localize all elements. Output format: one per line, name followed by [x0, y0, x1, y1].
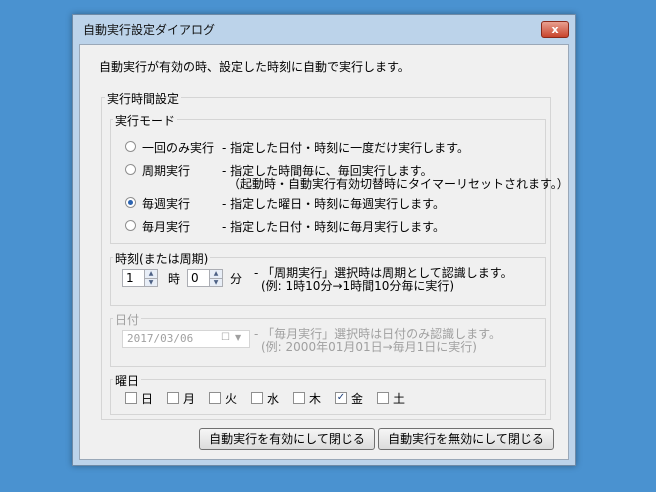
mode-group-title: 実行モード	[113, 112, 178, 129]
minute-spin-arrows[interactable]: ▲ ▼	[209, 270, 222, 286]
description-text: 自動実行が有効の時、設定した時刻に自動で実行します。	[99, 60, 410, 74]
radio-weekly[interactable]	[125, 197, 136, 208]
checkbox-sat-label[interactable]: 土	[393, 390, 405, 407]
radio-once-label[interactable]: 一回のみ実行	[142, 139, 214, 156]
hour-spin-arrows[interactable]: ▲ ▼	[144, 270, 157, 286]
checkbox-mon[interactable]	[167, 392, 179, 404]
radio-periodic[interactable]	[125, 164, 136, 175]
checkbox-sat[interactable]	[377, 392, 389, 404]
date-picker[interactable]: 2017/03/06 ☐ ▼	[122, 330, 250, 348]
checkbox-fri-label[interactable]: 金	[351, 390, 363, 407]
radio-periodic-desc2: （起動時・自動実行有効切替時にタイマーリセットされます。）	[228, 177, 569, 191]
minute-unit: 分	[230, 272, 243, 286]
date-group-title: 日付	[113, 311, 142, 328]
checkbox-fri[interactable]: ✓	[335, 392, 347, 404]
date-note-2: (例: 2000年01月01日→毎月1日に実行)	[261, 340, 477, 354]
dropdown-arrow-icon[interactable]: ▼	[235, 333, 241, 342]
hour-unit: 時	[168, 272, 181, 286]
time-group-title: 時刻(または周期)	[113, 250, 211, 267]
exec-time-group-title: 実行時間設定	[105, 90, 182, 107]
radio-periodic-label[interactable]: 周期実行	[142, 162, 190, 179]
calendar-checkbox-icon[interactable]: ☐	[221, 332, 230, 343]
window-title: 自動実行設定ダイアログ	[83, 23, 216, 37]
hour-spinner[interactable]: 1 ▲ ▼	[122, 269, 158, 287]
checkbox-sun-label[interactable]: 日	[141, 390, 153, 407]
hour-up-arrow-icon[interactable]: ▲	[144, 270, 157, 278]
hour-down-arrow-icon[interactable]: ▼	[144, 278, 157, 286]
checkbox-tue-label[interactable]: 火	[225, 390, 237, 407]
radio-monthly[interactable]	[125, 220, 136, 231]
radio-weekly-desc: - 指定した曜日・時刻に毎週実行します。	[222, 197, 445, 211]
radio-monthly-desc: - 指定した日付・時刻に毎月実行します。	[222, 220, 445, 234]
checkbox-wed-label[interactable]: 水	[267, 390, 279, 407]
radio-once-desc: - 指定した日付・時刻に一度だけ実行します。	[222, 141, 469, 155]
weekday-group-title: 曜日	[113, 372, 142, 389]
checkbox-thu-label[interactable]: 木	[309, 390, 321, 407]
check-mark-icon: ✓	[336, 392, 346, 403]
radio-monthly-label[interactable]: 毎月実行	[142, 218, 190, 235]
minute-up-arrow-icon[interactable]: ▲	[209, 270, 222, 278]
radio-weekly-label[interactable]: 毎週実行	[142, 195, 190, 212]
checkbox-sun[interactable]	[125, 392, 137, 404]
minute-spinner[interactable]: 0 ▲ ▼	[187, 269, 223, 287]
minute-down-arrow-icon[interactable]: ▼	[209, 278, 222, 286]
checkbox-wed[interactable]	[251, 392, 263, 404]
enable-and-close-button[interactable]: 自動実行を有効にして閉じる	[199, 428, 375, 450]
date-value[interactable]: 2017/03/06	[127, 332, 193, 345]
hour-value[interactable]: 1	[126, 271, 134, 285]
radio-once[interactable]	[125, 141, 136, 152]
checkbox-mon-label[interactable]: 月	[183, 390, 195, 407]
dialog-client: 自動実行が有効の時、設定した時刻に自動で実行します。 実行時間設定 実行モード …	[79, 44, 569, 460]
checkbox-tue[interactable]	[209, 392, 221, 404]
close-button[interactable]: x	[541, 21, 569, 38]
checkbox-thu[interactable]	[293, 392, 305, 404]
disable-and-close-button[interactable]: 自動実行を無効にして閉じる	[378, 428, 554, 450]
time-note-2: (例: 1時10分→1時間10分毎に実行)	[261, 279, 455, 293]
title-bar[interactable]: 自動実行設定ダイアログ x	[73, 15, 575, 43]
minute-value[interactable]: 0	[191, 271, 199, 285]
dialog-window: 自動実行設定ダイアログ x 自動実行が有効の時、設定した時刻に自動で実行します。…	[72, 14, 576, 466]
